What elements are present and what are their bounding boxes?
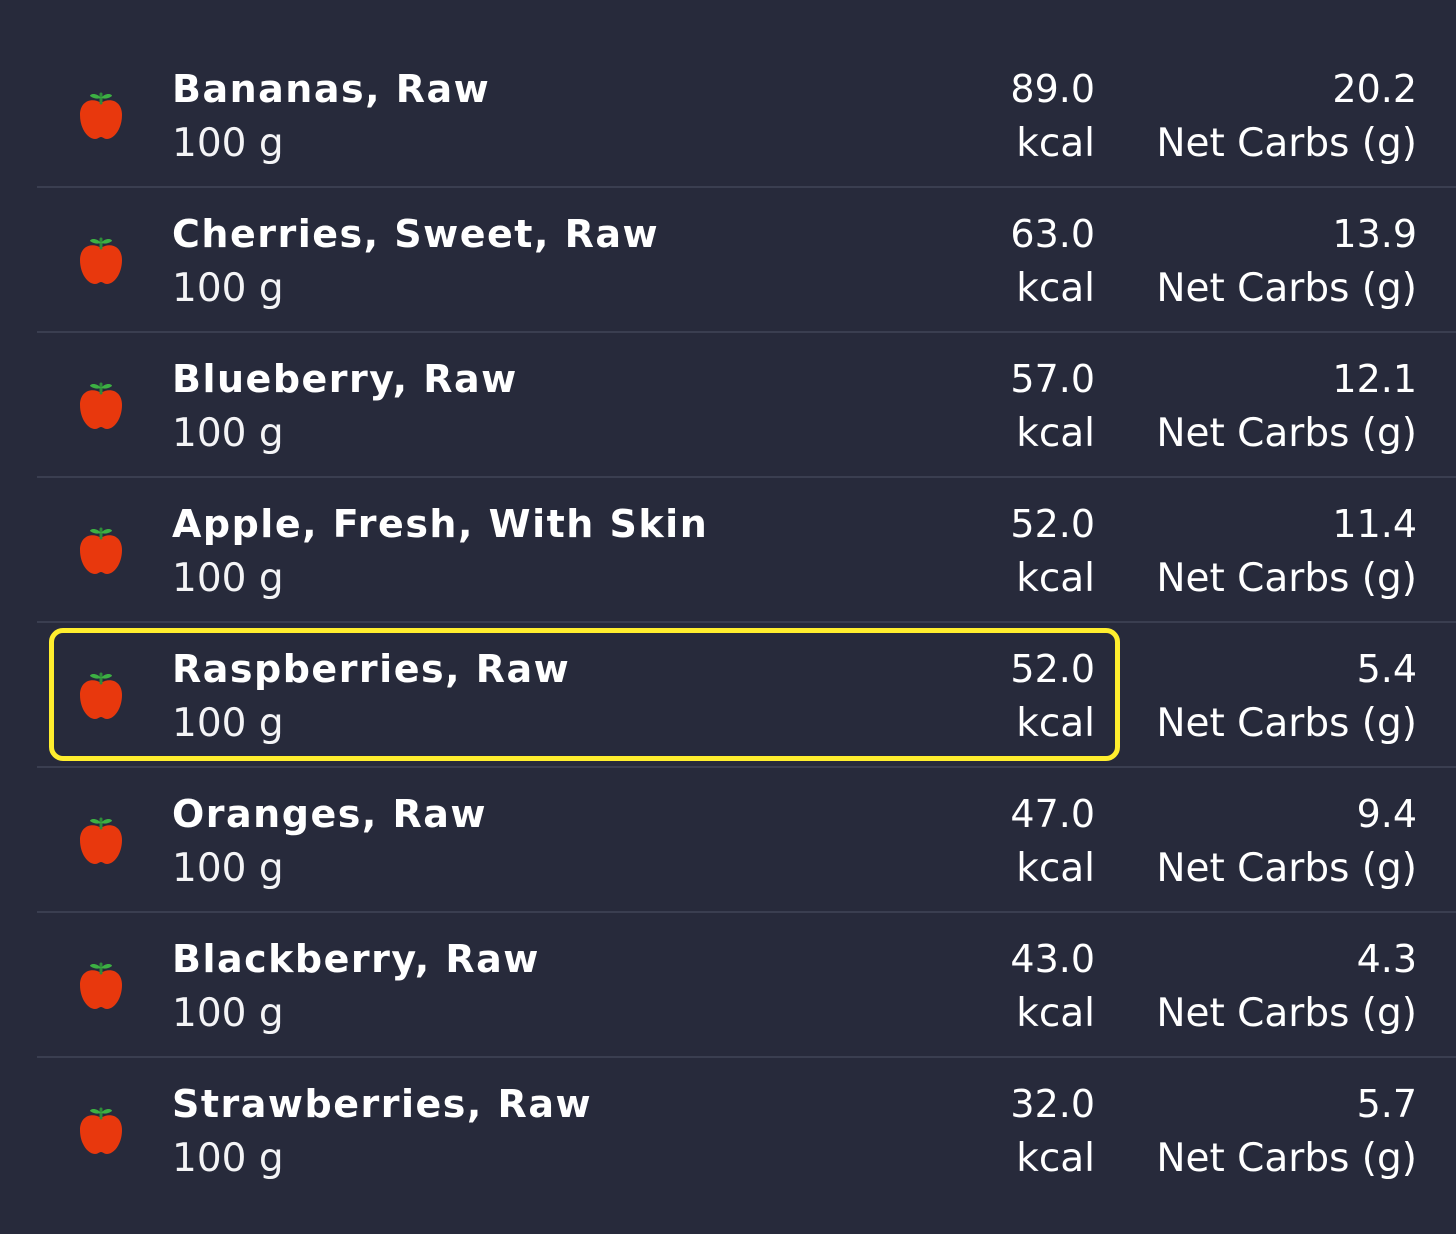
net-carbs-value: 13.9 [1332, 212, 1417, 256]
net-carbs-value: 12.1 [1332, 357, 1417, 401]
apple-icon [78, 814, 124, 866]
food-list-item[interactable]: Oranges, Raw 100 g 47.0 kcal 9.4 Net Car… [0, 768, 1456, 913]
apple-icon [78, 959, 124, 1011]
net-carbs-value: 5.4 [1356, 647, 1417, 691]
net-carbs-value: 4.3 [1356, 937, 1417, 981]
food-list: Bananas, Raw 100 g 89.0 kcal 20.2 Net Ca… [0, 43, 1456, 1203]
net-carbs-unit: Net Carbs (g) [1156, 846, 1417, 891]
food-name: Cherries, Sweet, Raw [172, 212, 660, 256]
food-name: Bananas, Raw [172, 67, 491, 111]
kcal-unit: kcal [1016, 1136, 1095, 1181]
net-carbs-unit: Net Carbs (g) [1156, 266, 1417, 311]
food-list-item[interactable]: Bananas, Raw 100 g 89.0 kcal 20.2 Net Ca… [0, 43, 1456, 188]
food-list-item[interactable]: Blueberry, Raw 100 g 57.0 kcal 12.1 Net … [0, 333, 1456, 478]
food-name: Apple, Fresh, With Skin [172, 502, 709, 546]
food-serving: 100 g [172, 991, 284, 1036]
net-carbs-unit: Net Carbs (g) [1156, 701, 1417, 746]
food-name: Strawberries, Raw [172, 1082, 593, 1126]
food-serving: 100 g [172, 121, 284, 166]
net-carbs-value: 5.7 [1356, 1082, 1417, 1126]
apple-icon [78, 89, 124, 141]
food-serving: 100 g [172, 266, 284, 311]
food-name: Blackberry, Raw [172, 937, 540, 981]
food-serving: 100 g [172, 556, 284, 601]
kcal-unit: kcal [1016, 121, 1095, 166]
food-serving: 100 g [172, 1136, 284, 1181]
kcal-unit: kcal [1016, 991, 1095, 1036]
food-name: Oranges, Raw [172, 792, 488, 836]
net-carbs-unit: Net Carbs (g) [1156, 991, 1417, 1036]
kcal-value: 52.0 [1010, 647, 1095, 691]
net-carbs-value: 9.4 [1356, 792, 1417, 836]
food-name: Raspberries, Raw [172, 647, 571, 691]
apple-icon [78, 234, 124, 286]
kcal-unit: kcal [1016, 701, 1095, 746]
food-serving: 100 g [172, 846, 284, 891]
net-carbs-unit: Net Carbs (g) [1156, 1136, 1417, 1181]
food-serving: 100 g [172, 411, 284, 456]
net-carbs-unit: Net Carbs (g) [1156, 411, 1417, 456]
food-list-item[interactable]: Blackberry, Raw 100 g 43.0 kcal 4.3 Net … [0, 913, 1456, 1058]
kcal-unit: kcal [1016, 556, 1095, 601]
kcal-unit: kcal [1016, 266, 1095, 311]
kcal-value: 32.0 [1010, 1082, 1095, 1126]
food-list-item[interactable]: Apple, Fresh, With Skin 100 g 52.0 kcal … [0, 478, 1456, 623]
food-name: Blueberry, Raw [172, 357, 518, 401]
food-list-item[interactable]: Strawberries, Raw 100 g 32.0 kcal 5.7 Ne… [0, 1058, 1456, 1203]
apple-icon [78, 524, 124, 576]
apple-icon [78, 669, 124, 721]
kcal-unit: kcal [1016, 411, 1095, 456]
net-carbs-value: 20.2 [1332, 67, 1417, 111]
kcal-value: 52.0 [1010, 502, 1095, 546]
kcal-unit: kcal [1016, 846, 1095, 891]
kcal-value: 43.0 [1010, 937, 1095, 981]
net-carbs-unit: Net Carbs (g) [1156, 556, 1417, 601]
apple-icon [78, 379, 124, 431]
net-carbs-value: 11.4 [1332, 502, 1417, 546]
net-carbs-unit: Net Carbs (g) [1156, 121, 1417, 166]
apple-icon [78, 1104, 124, 1156]
kcal-value: 57.0 [1010, 357, 1095, 401]
food-serving: 100 g [172, 701, 284, 746]
food-list-item[interactable]: Cherries, Sweet, Raw 100 g 63.0 kcal 13.… [0, 188, 1456, 333]
food-list-item-selected[interactable]: Raspberries, Raw 100 g 52.0 kcal 5.4 Net… [0, 623, 1456, 768]
kcal-value: 63.0 [1010, 212, 1095, 256]
kcal-value: 89.0 [1010, 67, 1095, 111]
kcal-value: 47.0 [1010, 792, 1095, 836]
